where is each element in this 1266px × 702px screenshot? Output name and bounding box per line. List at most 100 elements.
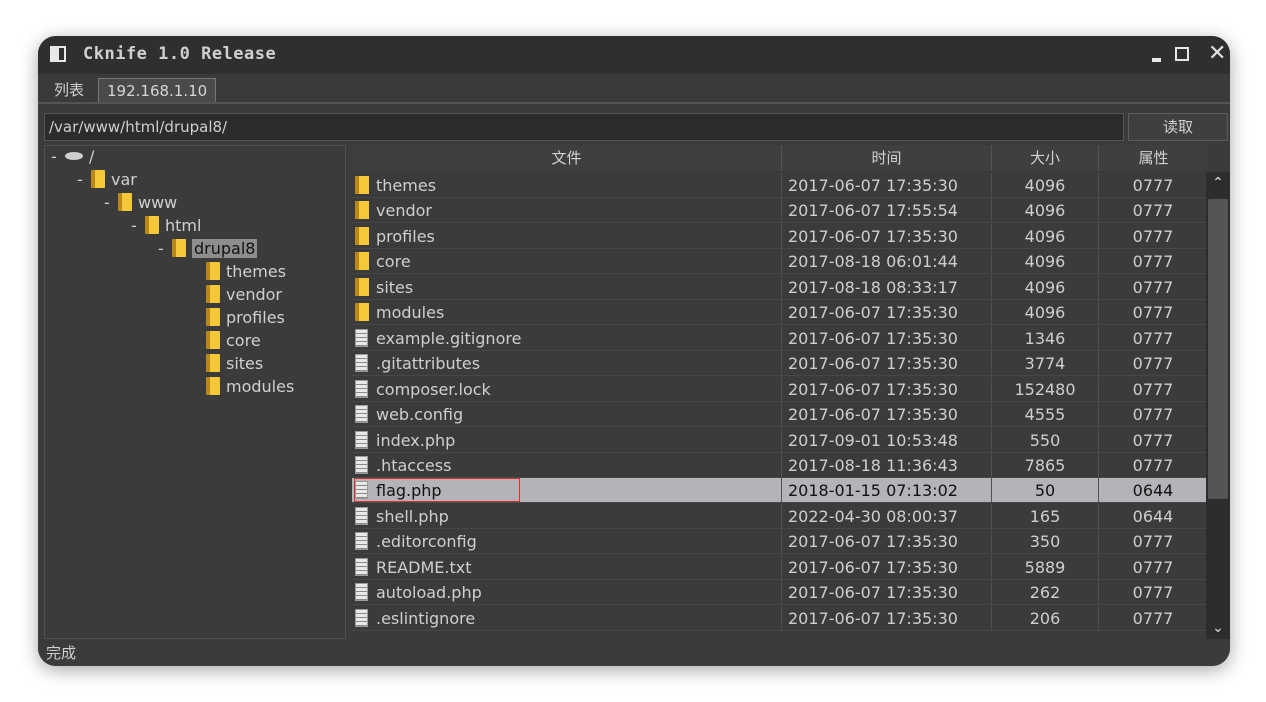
tree-collapse-toggle[interactable]: - [131, 215, 145, 237]
table-row[interactable]: .htaccess 2017-08-18 11:36:43 7865 0777 [352, 452, 1208, 478]
column-header-size[interactable]: 大小 [992, 145, 1099, 171]
cell-time: 2018-01-15 07:13:02 [782, 478, 992, 504]
file-name: modules [376, 303, 445, 323]
tree-node-root[interactable]: - / [51, 146, 94, 168]
cell-time: 2017-08-18 06:01:44 [782, 249, 992, 275]
tree-node-themes[interactable]: themes [206, 261, 286, 283]
tab-list[interactable]: 列表 [46, 78, 92, 102]
cell-time: 2017-08-18 11:36:43 [782, 452, 992, 478]
column-header-name[interactable]: 文件 [352, 145, 782, 171]
cell-time: 2017-06-07 17:35:30 [782, 554, 992, 580]
file-name: .editorconfig [376, 532, 477, 552]
file-name: .eslintignore [376, 608, 476, 628]
scroll-up-icon[interactable]: ⌃ [1206, 172, 1230, 194]
table-row[interactable]: README.txt 2017-06-07 17:35:30 5889 0777 [352, 554, 1208, 580]
folder-icon [145, 216, 159, 234]
cell-size: 4096 [992, 274, 1099, 300]
file-icon [355, 354, 368, 373]
cell-name: sites [352, 274, 782, 300]
file-name: example.gitignore [376, 328, 522, 348]
tab-host[interactable]: 192.168.1.10 [98, 78, 217, 102]
file-icon [355, 430, 368, 449]
table-row[interactable]: .eslintignore 2017-06-07 17:35:30 206 0777 [352, 605, 1208, 631]
cell-name: vendor [352, 198, 782, 224]
cell-size: 206 [992, 605, 1099, 631]
table-row[interactable]: profiles 2017-06-07 17:35:30 4096 0777 [352, 223, 1208, 249]
tree-label: core [226, 331, 261, 350]
tree-node-www[interactable]: - www [104, 192, 177, 214]
tree-node-var[interactable]: - var [77, 169, 137, 191]
cell-attr: 0777 [1099, 325, 1208, 351]
tree-collapse-toggle[interactable]: - [77, 169, 91, 191]
tree-node-profiles[interactable]: profiles [206, 307, 285, 329]
table-row[interactable]: index.php 2017-09-01 10:53:48 550 0777 [352, 427, 1208, 453]
maximize-button[interactable] [1173, 44, 1193, 64]
cell-attr: 0777 [1099, 427, 1208, 453]
file-name: profiles [376, 226, 435, 246]
vertical-scrollbar[interactable]: ⌃ ⌄ [1206, 172, 1230, 639]
folder-icon [206, 262, 220, 280]
cell-name: profiles [352, 223, 782, 249]
folder-icon [355, 226, 369, 245]
cell-name: .htaccess [352, 452, 782, 478]
close-button[interactable]: ✕ [1208, 43, 1228, 65]
folder-icon [206, 354, 220, 372]
tree-node-vendor[interactable]: vendor [206, 284, 282, 306]
scroll-thumb[interactable] [1208, 199, 1228, 499]
table-row[interactable]: vendor 2017-06-07 17:55:54 4096 0777 [352, 198, 1208, 224]
cell-size: 550 [992, 427, 1099, 453]
table-row[interactable]: sites 2017-08-18 08:33:17 4096 0777 [352, 274, 1208, 300]
table-row[interactable]: web.config 2017-06-07 17:35:30 4555 0777 [352, 402, 1208, 428]
tree-node-drupal8[interactable]: - drupal8 [158, 238, 258, 260]
column-header-attr[interactable]: 属性 [1099, 145, 1208, 171]
cell-name: .editorconfig [352, 529, 782, 555]
file-name: index.php [376, 430, 456, 450]
tree-label: sites [226, 354, 264, 373]
file-icon [355, 328, 368, 347]
table-row[interactable]: autoload.php 2017-06-07 17:35:30 262 0777 [352, 580, 1208, 606]
tab-strip: 列表 192.168.1.10 [38, 74, 1230, 104]
cell-time: 2022-04-30 08:00:37 [782, 503, 992, 529]
file-icon [355, 506, 368, 525]
path-input[interactable]: /var/www/html/drupal8/ [44, 113, 1124, 141]
table-row[interactable]: modules 2017-06-07 17:35:30 4096 0777 [352, 300, 1208, 326]
cell-name: themes [352, 173, 782, 198]
cell-time: 2017-09-01 10:53:48 [782, 427, 992, 453]
tree-label: www [138, 193, 178, 212]
tree-node-sites[interactable]: sites [206, 353, 263, 375]
table-row[interactable]: .editorconfig 2017-06-07 17:35:30 350 0777 [352, 529, 1208, 555]
table-row[interactable]: .gitattributes 2017-06-07 17:35:30 3774 077… [352, 351, 1208, 377]
table-row[interactable]: flag.php 2018-01-15 07:13:02 50 0644 [352, 478, 1208, 504]
cell-size: 152480 [992, 376, 1099, 402]
cell-name: .eslintignore [352, 605, 782, 631]
cell-time: 2017-06-07 17:35:30 [782, 300, 992, 326]
tree-node-modules[interactable]: modules [206, 376, 294, 398]
read-button[interactable]: 读取 [1128, 113, 1228, 141]
tree-collapse-toggle[interactable]: - [51, 146, 65, 168]
file-name: autoload.php [376, 583, 482, 603]
cell-attr: 0777 [1099, 452, 1208, 478]
table-row[interactable]: shell.php 2022-04-30 08:00:37 165 0644 [352, 503, 1208, 529]
window-title: Cknife 1.0 Release [83, 44, 277, 64]
tree-collapse-toggle[interactable]: - [158, 238, 172, 260]
tree-label: drupal8 [192, 239, 258, 258]
file-icon [355, 557, 368, 576]
cell-time: 2017-06-07 17:35:30 [782, 351, 992, 377]
table-row[interactable]: core 2017-08-18 06:01:44 4096 0777 [352, 249, 1208, 275]
tree-node-html[interactable]: - html [131, 215, 201, 237]
file-name: shell.php [376, 506, 449, 526]
highlight-box [354, 478, 520, 503]
file-icon [355, 532, 368, 551]
cell-attr: 0777 [1099, 198, 1208, 224]
column-header-time[interactable]: 时间 [782, 145, 992, 171]
tree-node-core[interactable]: core [206, 330, 261, 352]
table-row[interactable]: themes 2017-06-07 17:35:30 4096 0777 [352, 173, 1208, 198]
file-name: core [376, 252, 411, 272]
table-row[interactable]: example.gitignore 2017-06-07 17:35:30 1346… [352, 325, 1208, 351]
tree-collapse-toggle[interactable]: - [104, 192, 118, 214]
cell-name: autoload.php [352, 580, 782, 606]
scroll-down-icon[interactable]: ⌄ [1206, 617, 1230, 639]
table-row[interactable]: composer.lock 2017-06-07 17:35:30 152480 07… [352, 376, 1208, 402]
file-name: web.config [376, 405, 464, 425]
minimize-button[interactable] [1148, 44, 1168, 64]
